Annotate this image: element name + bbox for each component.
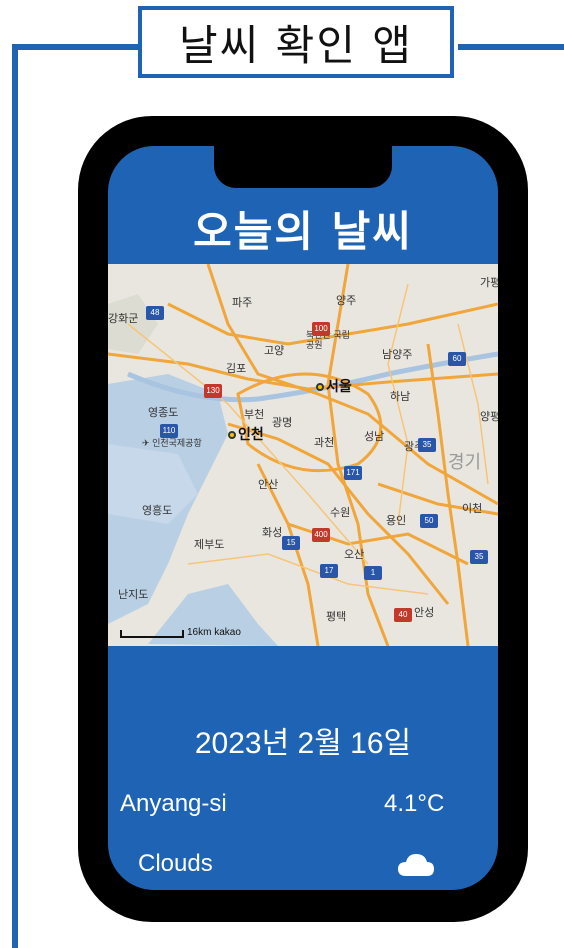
- airport-icon: ✈: [142, 438, 150, 448]
- highway-shield: 35: [470, 550, 488, 564]
- map-label-gapyeong: 가평: [480, 277, 498, 289]
- map-label-hanam: 하남: [390, 391, 411, 403]
- map-label-yangpyeong: 양평: [480, 411, 498, 423]
- map-label-yeongjongdo: 영종도: [148, 407, 179, 419]
- highway-shield: 400: [312, 528, 330, 542]
- highway-shield: 15: [282, 536, 300, 550]
- map-label-nanjido: 난지도: [118, 589, 149, 601]
- app-title: 오늘의 날씨: [193, 207, 413, 256]
- map-label-yeongheungdo: 영흥도: [142, 505, 173, 517]
- map-label-gwacheon: 과천: [314, 437, 335, 449]
- map-label-goyang: 고양: [264, 345, 285, 357]
- frame-line-left: [12, 44, 18, 948]
- map-scale: 16km kakao: [120, 627, 241, 638]
- map-label-ganghwa: 강화군: [108, 313, 139, 325]
- scale-bar: [120, 630, 184, 638]
- scale-text: 16km: [187, 627, 212, 638]
- map-label-pyeongtaek: 평택: [326, 611, 347, 623]
- highway-shield: 48: [146, 306, 164, 320]
- frame-line-top-right: [458, 44, 564, 50]
- map-background: [108, 264, 498, 646]
- cloud-icon: [398, 854, 434, 876]
- weather-city: Anyang-si: [120, 790, 227, 817]
- map-label-seoul: 서울: [316, 376, 352, 396]
- highway-shield: 1: [364, 566, 382, 580]
- highway-shield: 171: [344, 466, 362, 480]
- phone-notch: [214, 146, 392, 188]
- airport-text: 인천국제공항: [152, 438, 202, 448]
- map-label-bucheon: 부천: [244, 409, 265, 421]
- map-label-yangju: 양주: [336, 295, 357, 307]
- highway-shield: 40: [394, 608, 412, 622]
- incheon-text: 인천: [238, 426, 264, 442]
- map-label-gwangmyeong: 광명: [272, 417, 293, 429]
- weather-date: 2023년 2월 16일: [194, 727, 412, 760]
- highway-shield: 130: [204, 384, 222, 398]
- seoul-text: 서울: [326, 378, 352, 394]
- map-label-gyeonggi: 경기: [448, 452, 482, 472]
- highway-shield: 35: [418, 438, 436, 452]
- map-label-ansan: 안산: [258, 479, 279, 491]
- map-label-suwon: 수원: [330, 507, 351, 519]
- map-label-paju: 파주: [232, 297, 253, 309]
- highway-shield: 60: [448, 352, 466, 366]
- map-label-jebudo: 제부도: [194, 539, 225, 551]
- map-label-yongin: 용인: [386, 515, 407, 527]
- map-label-hwaseong: 화성: [262, 527, 283, 539]
- map-label-namyangju: 남양주: [382, 349, 413, 361]
- seoul-dot: [316, 383, 324, 392]
- weather-temperature: 4.1°C: [384, 790, 445, 817]
- page-title: 날씨 확인 앱: [138, 6, 454, 78]
- map-label-seongnam: 성남: [364, 431, 385, 443]
- highway-shield: 50: [420, 514, 438, 528]
- frame-line-top-left: [12, 44, 138, 50]
- weather-condition: Clouds: [138, 850, 213, 877]
- map-label-icheon: 이천: [462, 503, 483, 515]
- incheon-dot: [228, 431, 236, 440]
- highway-shield: 100: [312, 322, 330, 336]
- map-label-gimpo: 김포: [226, 363, 247, 375]
- map-label-incheon: 인천: [228, 424, 264, 444]
- highway-shield: 17: [320, 564, 338, 578]
- map-label-anseong: 안성: [414, 607, 435, 619]
- map-view[interactable]: 파주 양주 강화군 가평 고양 북한산 국립공원 김포 남양주 서울 하남 양평…: [108, 264, 498, 646]
- highway-shield: 110: [160, 424, 178, 438]
- map-attribution: kakao: [214, 627, 241, 638]
- map-label-osan: 오산: [344, 549, 365, 561]
